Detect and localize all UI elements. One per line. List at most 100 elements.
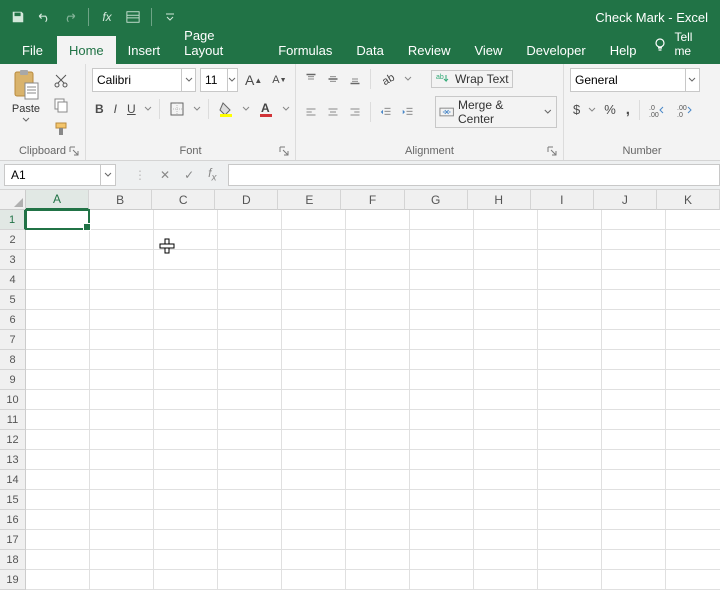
fill-color-icon[interactable] bbox=[215, 98, 237, 120]
cell[interactable] bbox=[538, 310, 602, 330]
font-name-combo[interactable] bbox=[92, 68, 196, 92]
clipboard-launcher-icon[interactable] bbox=[69, 146, 81, 158]
cell[interactable] bbox=[602, 430, 666, 450]
cell[interactable] bbox=[474, 370, 538, 390]
cell[interactable] bbox=[410, 370, 474, 390]
form-icon[interactable] bbox=[123, 7, 143, 27]
cell[interactable] bbox=[218, 310, 282, 330]
cell[interactable] bbox=[346, 510, 410, 530]
cell[interactable] bbox=[410, 470, 474, 490]
row-header[interactable]: 17 bbox=[0, 530, 26, 550]
cell[interactable] bbox=[538, 250, 602, 270]
align-top-icon[interactable] bbox=[302, 70, 320, 88]
cell[interactable] bbox=[410, 290, 474, 310]
increase-indent-icon[interactable] bbox=[399, 103, 417, 121]
row-header[interactable]: 14 bbox=[0, 470, 26, 490]
cell[interactable] bbox=[346, 430, 410, 450]
cell[interactable] bbox=[218, 230, 282, 250]
cell[interactable] bbox=[602, 510, 666, 530]
cell[interactable] bbox=[410, 310, 474, 330]
row-header[interactable]: 9 bbox=[0, 370, 26, 390]
cell[interactable] bbox=[666, 450, 720, 470]
tab-home[interactable]: Home bbox=[57, 36, 116, 64]
cell[interactable] bbox=[282, 490, 346, 510]
cell[interactable] bbox=[282, 290, 346, 310]
cell[interactable] bbox=[282, 350, 346, 370]
cell[interactable] bbox=[282, 510, 346, 530]
column-header[interactable]: A bbox=[26, 190, 89, 210]
cell[interactable] bbox=[474, 470, 538, 490]
cell[interactable] bbox=[474, 350, 538, 370]
tab-review[interactable]: Review bbox=[396, 36, 463, 64]
cell[interactable] bbox=[26, 390, 90, 410]
cell[interactable] bbox=[410, 390, 474, 410]
chevron-down-icon[interactable] bbox=[181, 69, 195, 91]
cell[interactable] bbox=[410, 270, 474, 290]
cell[interactable] bbox=[602, 250, 666, 270]
cell[interactable] bbox=[218, 490, 282, 510]
cell[interactable] bbox=[538, 350, 602, 370]
cell[interactable] bbox=[282, 250, 346, 270]
cell[interactable] bbox=[26, 330, 90, 350]
cell[interactable] bbox=[26, 290, 90, 310]
cell[interactable] bbox=[154, 210, 218, 230]
column-header[interactable]: I bbox=[531, 190, 594, 210]
cell[interactable] bbox=[346, 490, 410, 510]
cell[interactable] bbox=[90, 490, 154, 510]
redo-icon[interactable] bbox=[60, 7, 80, 27]
cell[interactable] bbox=[26, 430, 90, 450]
cell[interactable] bbox=[154, 450, 218, 470]
cell[interactable] bbox=[26, 270, 90, 290]
decrease-decimal-icon[interactable]: .00.0 bbox=[674, 100, 698, 120]
tab-formulas[interactable]: Formulas bbox=[266, 36, 344, 64]
cell[interactable] bbox=[666, 390, 720, 410]
column-header[interactable]: J bbox=[594, 190, 657, 210]
chevron-down-icon[interactable] bbox=[100, 165, 115, 185]
cell[interactable] bbox=[410, 430, 474, 450]
cell[interactable] bbox=[26, 410, 90, 430]
cell[interactable] bbox=[154, 550, 218, 570]
cell[interactable] bbox=[410, 350, 474, 370]
cell[interactable] bbox=[282, 310, 346, 330]
tab-view[interactable]: View bbox=[462, 36, 514, 64]
cell[interactable] bbox=[538, 490, 602, 510]
percent-button[interactable]: % bbox=[601, 99, 619, 120]
cell[interactable] bbox=[154, 350, 218, 370]
cell[interactable] bbox=[218, 470, 282, 490]
cell[interactable] bbox=[154, 470, 218, 490]
cell[interactable] bbox=[474, 330, 538, 350]
font-size-combo[interactable] bbox=[200, 68, 238, 92]
cell[interactable] bbox=[666, 510, 720, 530]
cell[interactable] bbox=[666, 250, 720, 270]
cell[interactable] bbox=[474, 270, 538, 290]
column-header[interactable]: G bbox=[405, 190, 468, 210]
bold-button[interactable]: B bbox=[92, 99, 107, 119]
cell[interactable] bbox=[218, 250, 282, 270]
cell[interactable] bbox=[90, 270, 154, 290]
tab-file[interactable]: File bbox=[8, 36, 57, 64]
row-header[interactable]: 5 bbox=[0, 290, 26, 310]
number-format-input[interactable] bbox=[571, 73, 685, 87]
cell[interactable] bbox=[346, 350, 410, 370]
cell[interactable] bbox=[26, 350, 90, 370]
cell[interactable] bbox=[282, 570, 346, 590]
column-header[interactable]: E bbox=[278, 190, 341, 210]
cell[interactable] bbox=[90, 450, 154, 470]
cell[interactable] bbox=[90, 370, 154, 390]
cell[interactable] bbox=[346, 410, 410, 430]
cell[interactable] bbox=[474, 570, 538, 590]
cell[interactable] bbox=[346, 270, 410, 290]
cell[interactable] bbox=[346, 390, 410, 410]
cell[interactable] bbox=[154, 510, 218, 530]
cell[interactable] bbox=[666, 310, 720, 330]
row-header[interactable]: 12 bbox=[0, 430, 26, 450]
row-header[interactable]: 8 bbox=[0, 350, 26, 370]
cell[interactable] bbox=[346, 290, 410, 310]
cell[interactable] bbox=[90, 210, 154, 230]
cell[interactable] bbox=[282, 270, 346, 290]
cell[interactable] bbox=[90, 550, 154, 570]
cell[interactable] bbox=[154, 390, 218, 410]
cell[interactable] bbox=[346, 450, 410, 470]
cell[interactable] bbox=[26, 570, 90, 590]
cell[interactable] bbox=[218, 270, 282, 290]
